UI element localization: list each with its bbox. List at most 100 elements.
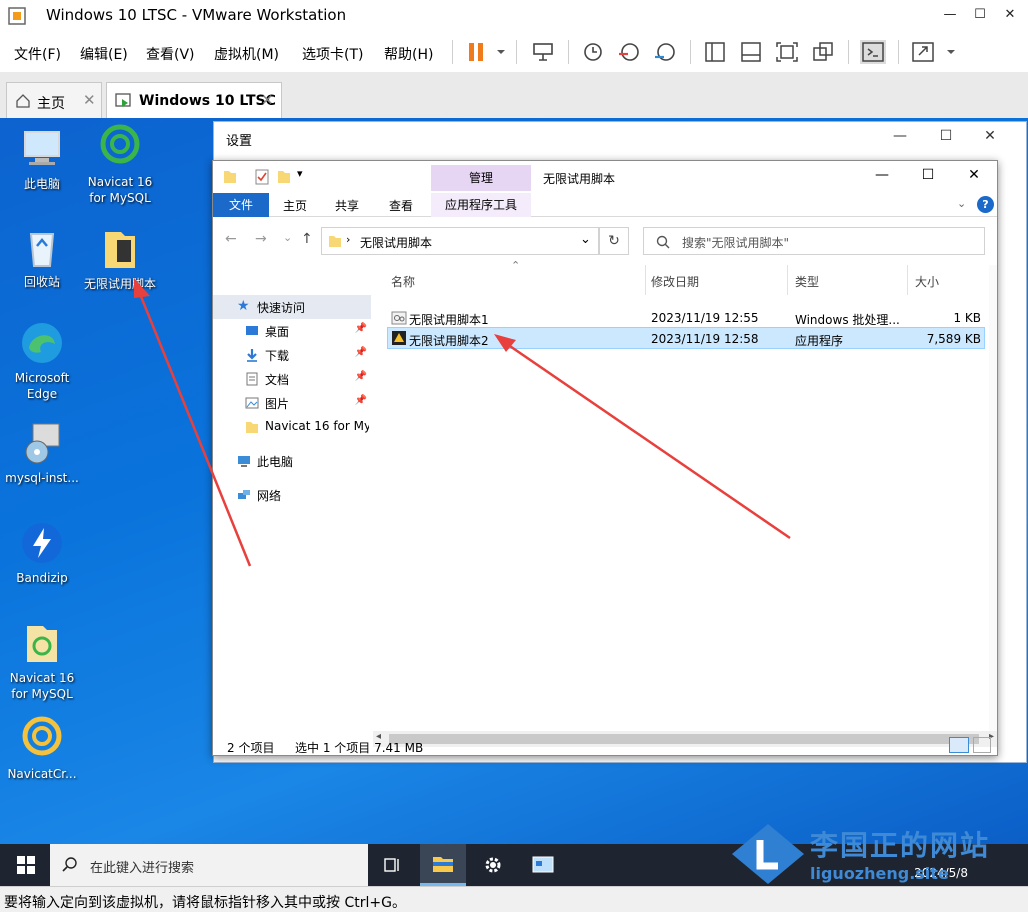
sidebar-toggle-icon[interactable] bbox=[702, 40, 728, 64]
menu-tabs[interactable]: 选项卡(T) bbox=[302, 44, 363, 64]
horizontal-scrollbar[interactable]: ◂ ▸ bbox=[373, 731, 997, 747]
desktop-icon-recycle-bin[interactable]: 回收站 bbox=[2, 224, 82, 290]
nav-label: 快速访问 bbox=[257, 301, 306, 315]
desktop-icon-trial-script-folder[interactable]: 无限试用脚本 bbox=[80, 226, 160, 292]
tab-home[interactable]: 主页 ✕ bbox=[6, 82, 102, 118]
address-bar[interactable]: › 无限试用脚本 ⌄ bbox=[321, 227, 599, 255]
nav-documents[interactable]: 文档 📌 bbox=[213, 367, 371, 391]
menu-file[interactable]: 文件(F) bbox=[14, 44, 61, 64]
vertical-scrollbar[interactable] bbox=[989, 265, 997, 731]
customize-qat-icon[interactable]: ▾ bbox=[297, 167, 303, 180]
column-separator[interactable] bbox=[645, 265, 646, 295]
chevron-down-icon[interactable] bbox=[488, 40, 505, 64]
large-icons-view-icon[interactable] bbox=[973, 737, 991, 753]
stretch-icon[interactable] bbox=[910, 40, 936, 64]
nav-downloads[interactable]: 下载 📌 bbox=[213, 343, 371, 367]
folder-icon[interactable] bbox=[223, 169, 237, 185]
column-header-name[interactable]: 名称 bbox=[391, 273, 415, 290]
taskbar-search-input[interactable]: 在此键入进行搜索 bbox=[50, 844, 368, 886]
menu-vm[interactable]: 虚拟机(M) bbox=[214, 44, 279, 64]
details-view-icon[interactable] bbox=[949, 737, 969, 753]
maximize-button[interactable]: ☐ bbox=[915, 167, 941, 183]
ribbon-expand-icon[interactable]: ⌄ bbox=[957, 197, 966, 210]
pin-icon[interactable]: 📌 bbox=[355, 323, 367, 334]
fullscreen-icon[interactable] bbox=[774, 40, 800, 64]
column-header-size[interactable]: 大小 bbox=[915, 273, 939, 290]
close-icon[interactable]: ✕ bbox=[261, 91, 274, 109]
ribbon-tab-home[interactable]: 主页 bbox=[283, 197, 307, 214]
properties-icon[interactable] bbox=[255, 169, 269, 185]
minimize-button[interactable]: — bbox=[938, 4, 962, 26]
batch-file-icon bbox=[391, 311, 407, 325]
pause-icon[interactable] bbox=[464, 40, 490, 64]
up-arrow-icon[interactable]: ↑ bbox=[301, 231, 313, 247]
menu-view[interactable]: 查看(V) bbox=[146, 44, 195, 64]
minimize-button[interactable]: — bbox=[869, 167, 895, 183]
menu-edit[interactable]: 编辑(E) bbox=[80, 44, 128, 64]
chevron-down-icon[interactable] bbox=[938, 40, 955, 64]
snapshot-icon[interactable] bbox=[580, 40, 606, 64]
file-type: 应用程序 bbox=[795, 334, 844, 348]
desktop-icon-edge[interactable]: Microsoft Edge bbox=[2, 320, 82, 402]
minimize-button[interactable]: — bbox=[890, 128, 910, 144]
maximize-button[interactable]: ☐ bbox=[968, 4, 992, 26]
desktop-icon-navicat-cracker[interactable]: NavicatCr... bbox=[2, 716, 82, 782]
help-icon[interactable]: ? bbox=[977, 196, 994, 213]
desktop-icon-bandizip[interactable]: Bandizip bbox=[2, 520, 82, 586]
nav-pictures[interactable]: 图片 📌 bbox=[213, 391, 371, 415]
desktop-icon-mysql-installer[interactable]: mysql-inst... bbox=[2, 420, 82, 486]
search-placeholder: 搜索"无限试用脚本" bbox=[682, 236, 790, 250]
back-arrow-icon[interactable]: ← bbox=[225, 231, 237, 247]
desktop-icon-navicat-folder[interactable]: Navicat 16 for MySQL bbox=[2, 620, 82, 702]
recent-locations-icon[interactable]: ⌄ bbox=[283, 231, 292, 244]
ribbon-tab-file[interactable]: 文件 bbox=[213, 193, 269, 217]
ribbon-tab-view[interactable]: 查看 bbox=[389, 197, 413, 214]
desktop-icon-this-pc[interactable]: 此电脑 bbox=[2, 126, 82, 192]
send-keys-icon[interactable] bbox=[530, 40, 556, 64]
menu-help[interactable]: 帮助(H) bbox=[384, 44, 433, 64]
file-row-selected[interactable]: 无限试用脚本2 2023/11/19 12:58 应用程序 7,589 KB bbox=[387, 327, 985, 349]
nav-network[interactable]: 网络 bbox=[213, 483, 371, 507]
console-view-icon[interactable] bbox=[860, 40, 886, 64]
chevron-down-icon[interactable]: ⌄ bbox=[580, 232, 591, 247]
toolbar-separator bbox=[568, 40, 569, 64]
pin-icon[interactable]: 📌 bbox=[355, 371, 367, 382]
start-button[interactable] bbox=[2, 844, 48, 886]
taskbar-settings[interactable] bbox=[470, 844, 516, 886]
scrollbar-thumb[interactable] bbox=[389, 734, 979, 744]
pin-icon[interactable]: 📌 bbox=[355, 395, 367, 406]
ribbon-tab-share[interactable]: 共享 bbox=[335, 197, 359, 214]
snapshot-manager-icon[interactable] bbox=[652, 40, 678, 64]
unity-icon[interactable] bbox=[810, 40, 836, 64]
ribbon-tab-app-tools[interactable]: 应用程序工具 bbox=[431, 193, 531, 217]
column-header-type[interactable]: 类型 bbox=[795, 273, 819, 290]
desktop-icon-navicat[interactable]: Navicat 16 for MySQL bbox=[80, 124, 160, 206]
forward-arrow-icon[interactable]: → bbox=[255, 231, 267, 247]
column-separator[interactable] bbox=[907, 265, 908, 295]
tab-windows-10-ltsc[interactable]: Windows 10 LTSC ✕ bbox=[106, 82, 282, 118]
task-view-button[interactable] bbox=[370, 844, 416, 886]
pin-icon[interactable]: 📌 bbox=[355, 347, 367, 358]
close-button[interactable]: ✕ bbox=[961, 167, 987, 183]
revert-snapshot-icon[interactable] bbox=[616, 40, 642, 64]
close-icon[interactable]: ✕ bbox=[83, 91, 96, 109]
maximize-button[interactable]: ☐ bbox=[936, 128, 956, 144]
file-row[interactable]: 无限试用脚本1 2023/11/19 12:55 Windows 批处理... … bbox=[387, 307, 985, 329]
new-folder-icon[interactable] bbox=[277, 169, 291, 185]
nav-navicat-folder[interactable]: Navicat 16 for My bbox=[213, 415, 371, 439]
refresh-icon[interactable]: ↻ bbox=[599, 227, 629, 255]
taskbar-app[interactable] bbox=[520, 844, 566, 886]
close-button[interactable]: ✕ bbox=[998, 4, 1022, 26]
search-input[interactable]: 搜索"无限试用脚本" bbox=[643, 227, 985, 255]
column-separator[interactable] bbox=[787, 265, 788, 295]
close-button[interactable]: ✕ bbox=[980, 128, 1000, 144]
taskbar-file-explorer[interactable] bbox=[420, 844, 466, 886]
file-explorer-window[interactable]: ▾ 管理 无限试用脚本 — ☐ ✕ 文件 主页 共享 查看 应用程序工具 ⌄ ?… bbox=[212, 160, 998, 756]
nav-quick-access[interactable]: ★ 快速访问 bbox=[213, 295, 371, 319]
column-header-date[interactable]: 修改日期 bbox=[651, 273, 699, 290]
nav-this-pc[interactable]: 此电脑 bbox=[213, 449, 371, 473]
context-tab-manage[interactable]: 管理 bbox=[431, 165, 531, 191]
nav-desktop[interactable]: 桌面 📌 bbox=[213, 319, 371, 343]
guest-desktop[interactable]: 此电脑 Navicat 16 for MySQL 回收站 无限试用脚本 Micr… bbox=[0, 118, 1028, 844]
thumbnail-bar-icon[interactable] bbox=[738, 40, 764, 64]
